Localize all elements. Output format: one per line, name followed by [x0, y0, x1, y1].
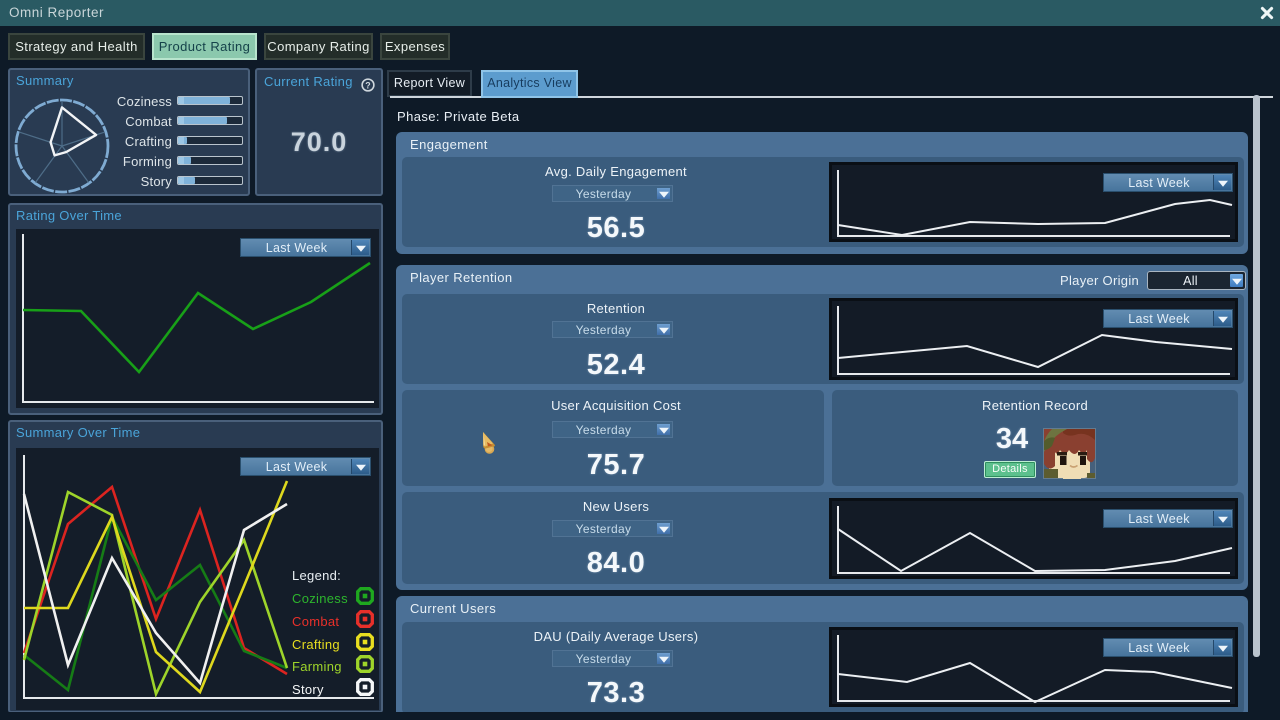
svg-text:?: ?: [365, 80, 370, 90]
